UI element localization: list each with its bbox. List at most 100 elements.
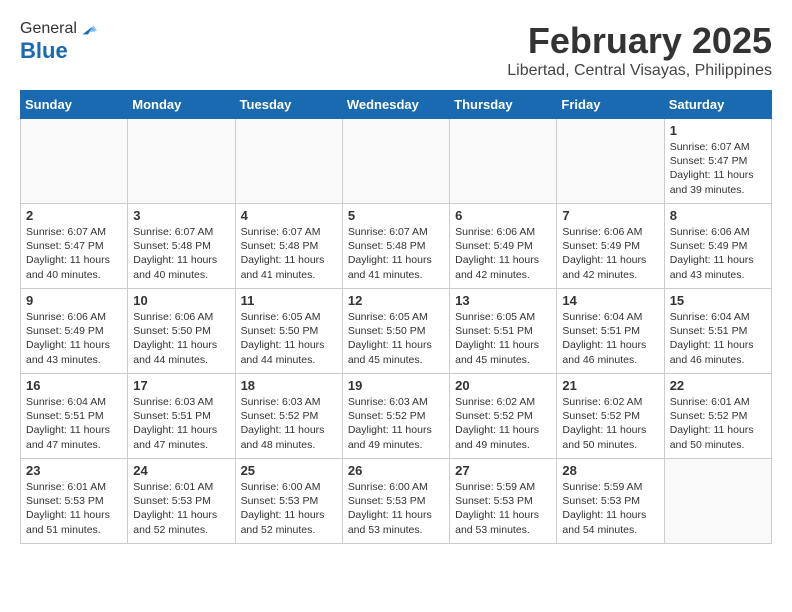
calendar-cell: 26 Sunrise: 6:00 AM Sunset: 5:53 PM Dayli… bbox=[342, 459, 449, 544]
day-number: 13 bbox=[455, 293, 551, 308]
calendar-cell: 20 Sunrise: 6:02 AM Sunset: 5:52 PM Dayli… bbox=[450, 374, 557, 459]
day-number: 16 bbox=[26, 378, 122, 393]
day-number: 12 bbox=[348, 293, 444, 308]
calendar-cell bbox=[128, 119, 235, 204]
calendar-cell: 24 Sunrise: 6:01 AM Sunset: 5:53 PM Dayli… bbox=[128, 459, 235, 544]
day-number: 27 bbox=[455, 463, 551, 478]
calendar-cell: 4 Sunrise: 6:07 AM Sunset: 5:48 PM Daylig… bbox=[235, 204, 342, 289]
calendar: SundayMondayTuesdayWednesdayThursdayFrid… bbox=[20, 90, 772, 544]
calendar-week-row: 1 Sunrise: 6:07 AM Sunset: 5:47 PM Daylig… bbox=[21, 119, 772, 204]
calendar-cell: 13 Sunrise: 6:05 AM Sunset: 5:51 PM Dayli… bbox=[450, 289, 557, 374]
day-info: Sunrise: 6:01 AM Sunset: 5:53 PM Dayligh… bbox=[133, 480, 229, 537]
day-info: Sunrise: 6:06 AM Sunset: 5:50 PM Dayligh… bbox=[133, 310, 229, 367]
calendar-cell: 11 Sunrise: 6:05 AM Sunset: 5:50 PM Dayli… bbox=[235, 289, 342, 374]
calendar-week-row: 16 Sunrise: 6:04 AM Sunset: 5:51 PM Dayli… bbox=[21, 374, 772, 459]
day-info: Sunrise: 6:07 AM Sunset: 5:48 PM Dayligh… bbox=[348, 225, 444, 282]
weekday-header: Sunday bbox=[21, 91, 128, 119]
calendar-cell: 3 Sunrise: 6:07 AM Sunset: 5:48 PM Daylig… bbox=[128, 204, 235, 289]
calendar-cell: 21Sunrise: 6:02 AM Sunset: 5:52 PM Dayli… bbox=[557, 374, 664, 459]
calendar-week-row: 9 Sunrise: 6:06 AM Sunset: 5:49 PM Daylig… bbox=[21, 289, 772, 374]
day-number: 26 bbox=[348, 463, 444, 478]
day-info: Sunrise: 6:06 AM Sunset: 5:49 PM Dayligh… bbox=[670, 225, 766, 282]
day-number: 14 bbox=[562, 293, 658, 308]
day-info: Sunrise: 6:05 AM Sunset: 5:50 PM Dayligh… bbox=[241, 310, 337, 367]
calendar-cell bbox=[235, 119, 342, 204]
day-info: Sunrise: 6:02 AM Sunset: 5:52 PM Dayligh… bbox=[455, 395, 551, 452]
calendar-cell: 28Sunrise: 5:59 AM Sunset: 5:53 PM Dayli… bbox=[557, 459, 664, 544]
day-number: 2 bbox=[26, 208, 122, 223]
day-info: Sunrise: 6:00 AM Sunset: 5:53 PM Dayligh… bbox=[348, 480, 444, 537]
day-number: 5 bbox=[348, 208, 444, 223]
weekday-header: Wednesday bbox=[342, 91, 449, 119]
day-info: Sunrise: 6:07 AM Sunset: 5:48 PM Dayligh… bbox=[241, 225, 337, 282]
day-number: 15 bbox=[670, 293, 766, 308]
day-info: Sunrise: 6:06 AM Sunset: 5:49 PM Dayligh… bbox=[26, 310, 122, 367]
calendar-cell: 22 Sunrise: 6:01 AM Sunset: 5:52 PM Dayli… bbox=[664, 374, 771, 459]
day-number: 25 bbox=[241, 463, 337, 478]
day-number: 1 bbox=[670, 123, 766, 138]
calendar-week-row: 2 Sunrise: 6:07 AM Sunset: 5:47 PM Daylig… bbox=[21, 204, 772, 289]
day-info: Sunrise: 5:59 AM Sunset: 5:53 PM Dayligh… bbox=[455, 480, 551, 537]
calendar-cell: 27 Sunrise: 5:59 AM Sunset: 5:53 PM Dayli… bbox=[450, 459, 557, 544]
weekday-header: Friday bbox=[557, 91, 664, 119]
calendar-cell: 10 Sunrise: 6:06 AM Sunset: 5:50 PM Dayli… bbox=[128, 289, 235, 374]
day-info: Sunrise: 6:02 AM Sunset: 5:52 PM Dayligh… bbox=[562, 395, 658, 452]
logo: General Blue bbox=[20, 20, 97, 64]
day-number: 10 bbox=[133, 293, 229, 308]
calendar-cell bbox=[557, 119, 664, 204]
day-info: Sunrise: 6:03 AM Sunset: 5:51 PM Dayligh… bbox=[133, 395, 229, 452]
calendar-cell: 9 Sunrise: 6:06 AM Sunset: 5:49 PM Daylig… bbox=[21, 289, 128, 374]
calendar-cell: 12 Sunrise: 6:05 AM Sunset: 5:50 PM Dayli… bbox=[342, 289, 449, 374]
day-number: 9 bbox=[26, 293, 122, 308]
day-info: Sunrise: 5:59 AM Sunset: 5:53 PM Dayligh… bbox=[562, 480, 658, 537]
day-info: Sunrise: 6:03 AM Sunset: 5:52 PM Dayligh… bbox=[348, 395, 444, 452]
day-number: 11 bbox=[241, 293, 337, 308]
calendar-header-row: SundayMondayTuesdayWednesdayThursdayFrid… bbox=[21, 91, 772, 119]
weekday-header: Tuesday bbox=[235, 91, 342, 119]
day-number: 6 bbox=[455, 208, 551, 223]
day-number: 7 bbox=[562, 208, 658, 223]
calendar-cell bbox=[450, 119, 557, 204]
title-block: February 2025 Libertad, Central Visayas,… bbox=[507, 20, 772, 80]
day-number: 17 bbox=[133, 378, 229, 393]
day-info: Sunrise: 6:07 AM Sunset: 5:47 PM Dayligh… bbox=[670, 140, 766, 197]
day-number: 4 bbox=[241, 208, 337, 223]
calendar-cell: 17 Sunrise: 6:03 AM Sunset: 5:51 PM Dayli… bbox=[128, 374, 235, 459]
day-number: 20 bbox=[455, 378, 551, 393]
day-info: Sunrise: 6:01 AM Sunset: 5:52 PM Dayligh… bbox=[670, 395, 766, 452]
calendar-cell: 19 Sunrise: 6:03 AM Sunset: 5:52 PM Dayli… bbox=[342, 374, 449, 459]
calendar-cell bbox=[664, 459, 771, 544]
day-info: Sunrise: 6:04 AM Sunset: 5:51 PM Dayligh… bbox=[562, 310, 658, 367]
day-info: Sunrise: 6:05 AM Sunset: 5:50 PM Dayligh… bbox=[348, 310, 444, 367]
calendar-cell: 7 Sunrise: 6:06 AM Sunset: 5:49 PM Daylig… bbox=[557, 204, 664, 289]
calendar-cell: 25 Sunrise: 6:00 AM Sunset: 5:53 PM Dayli… bbox=[235, 459, 342, 544]
calendar-cell bbox=[21, 119, 128, 204]
weekday-header: Saturday bbox=[664, 91, 771, 119]
day-info: Sunrise: 6:00 AM Sunset: 5:53 PM Dayligh… bbox=[241, 480, 337, 537]
calendar-cell: 23 Sunrise: 6:01 AM Sunset: 5:53 PM Dayli… bbox=[21, 459, 128, 544]
day-number: 18 bbox=[241, 378, 337, 393]
day-info: Sunrise: 6:05 AM Sunset: 5:51 PM Dayligh… bbox=[455, 310, 551, 367]
month-title: February 2025 bbox=[507, 20, 772, 62]
weekday-header: Monday bbox=[128, 91, 235, 119]
day-info: Sunrise: 6:01 AM Sunset: 5:53 PM Dayligh… bbox=[26, 480, 122, 537]
logo-general: General bbox=[20, 20, 77, 38]
calendar-cell: 15 Sunrise: 6:04 AM Sunset: 5:51 PM Dayli… bbox=[664, 289, 771, 374]
day-number: 23 bbox=[26, 463, 122, 478]
logo-blue: Blue bbox=[20, 38, 97, 64]
day-number: 24 bbox=[133, 463, 229, 478]
day-number: 3 bbox=[133, 208, 229, 223]
weekday-header: Thursday bbox=[450, 91, 557, 119]
day-info: Sunrise: 6:04 AM Sunset: 5:51 PM Dayligh… bbox=[26, 395, 122, 452]
day-info: Sunrise: 6:04 AM Sunset: 5:51 PM Dayligh… bbox=[670, 310, 766, 367]
day-number: 22 bbox=[670, 378, 766, 393]
calendar-cell: 16 Sunrise: 6:04 AM Sunset: 5:51 PM Dayli… bbox=[21, 374, 128, 459]
calendar-cell: 8 Sunrise: 6:06 AM Sunset: 5:49 PM Daylig… bbox=[664, 204, 771, 289]
day-number: 8 bbox=[670, 208, 766, 223]
logo-icon bbox=[79, 20, 97, 38]
day-info: Sunrise: 6:07 AM Sunset: 5:47 PM Dayligh… bbox=[26, 225, 122, 282]
calendar-cell bbox=[342, 119, 449, 204]
day-number: 19 bbox=[348, 378, 444, 393]
day-info: Sunrise: 6:06 AM Sunset: 5:49 PM Dayligh… bbox=[562, 225, 658, 282]
day-info: Sunrise: 6:07 AM Sunset: 5:48 PM Dayligh… bbox=[133, 225, 229, 282]
